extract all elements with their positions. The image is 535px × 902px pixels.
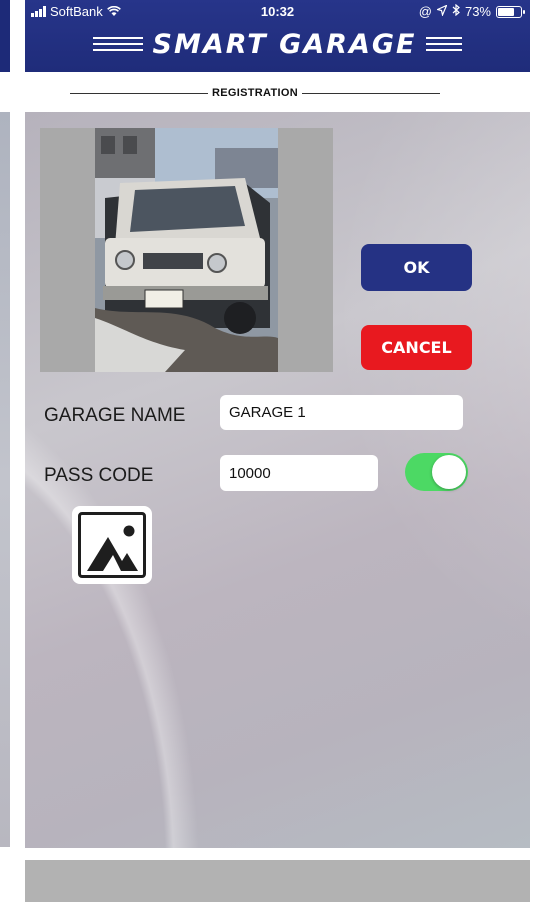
toggle-knob bbox=[432, 455, 466, 489]
battery-icon bbox=[496, 5, 525, 18]
image-picker-button[interactable] bbox=[72, 506, 152, 584]
cancel-button[interactable]: CANCEL bbox=[361, 325, 472, 370]
garage-photo-frame[interactable] bbox=[40, 128, 333, 372]
app-title: SMART GARAGE bbox=[152, 28, 417, 60]
at-icon: @ bbox=[418, 4, 432, 19]
background-screen-header bbox=[0, 0, 10, 72]
app-brand: SMART GARAGE bbox=[25, 22, 530, 66]
section-heading: REGISTRATION bbox=[70, 86, 440, 100]
background-screen-body bbox=[0, 112, 10, 847]
garage-name-label: GARAGE NAME bbox=[44, 405, 186, 426]
image-icon bbox=[78, 512, 146, 578]
bottom-bar bbox=[25, 860, 530, 902]
garage-name-input[interactable]: GARAGE 1 bbox=[220, 395, 463, 430]
brand-lines-right bbox=[426, 37, 463, 51]
divider-left bbox=[70, 92, 209, 94]
pass-code-input[interactable]: 10000 bbox=[220, 455, 378, 491]
pass-code-toggle[interactable] bbox=[405, 453, 468, 491]
divider-right bbox=[301, 92, 440, 94]
location-icon bbox=[435, 4, 448, 19]
pass-code-label: PASS CODE bbox=[44, 465, 154, 486]
app-header: SoftBank 10:32 @ 73% SMART GARAGE bbox=[25, 0, 530, 72]
battery-percent: 73% bbox=[464, 4, 491, 19]
garage-photo bbox=[95, 128, 278, 372]
brand-lines-left bbox=[92, 37, 143, 51]
status-bar: SoftBank 10:32 @ 73% bbox=[25, 3, 530, 22]
ok-button[interactable]: OK bbox=[361, 244, 472, 291]
section-label: REGISTRATION bbox=[212, 87, 298, 99]
bluetooth-icon bbox=[452, 3, 460, 19]
